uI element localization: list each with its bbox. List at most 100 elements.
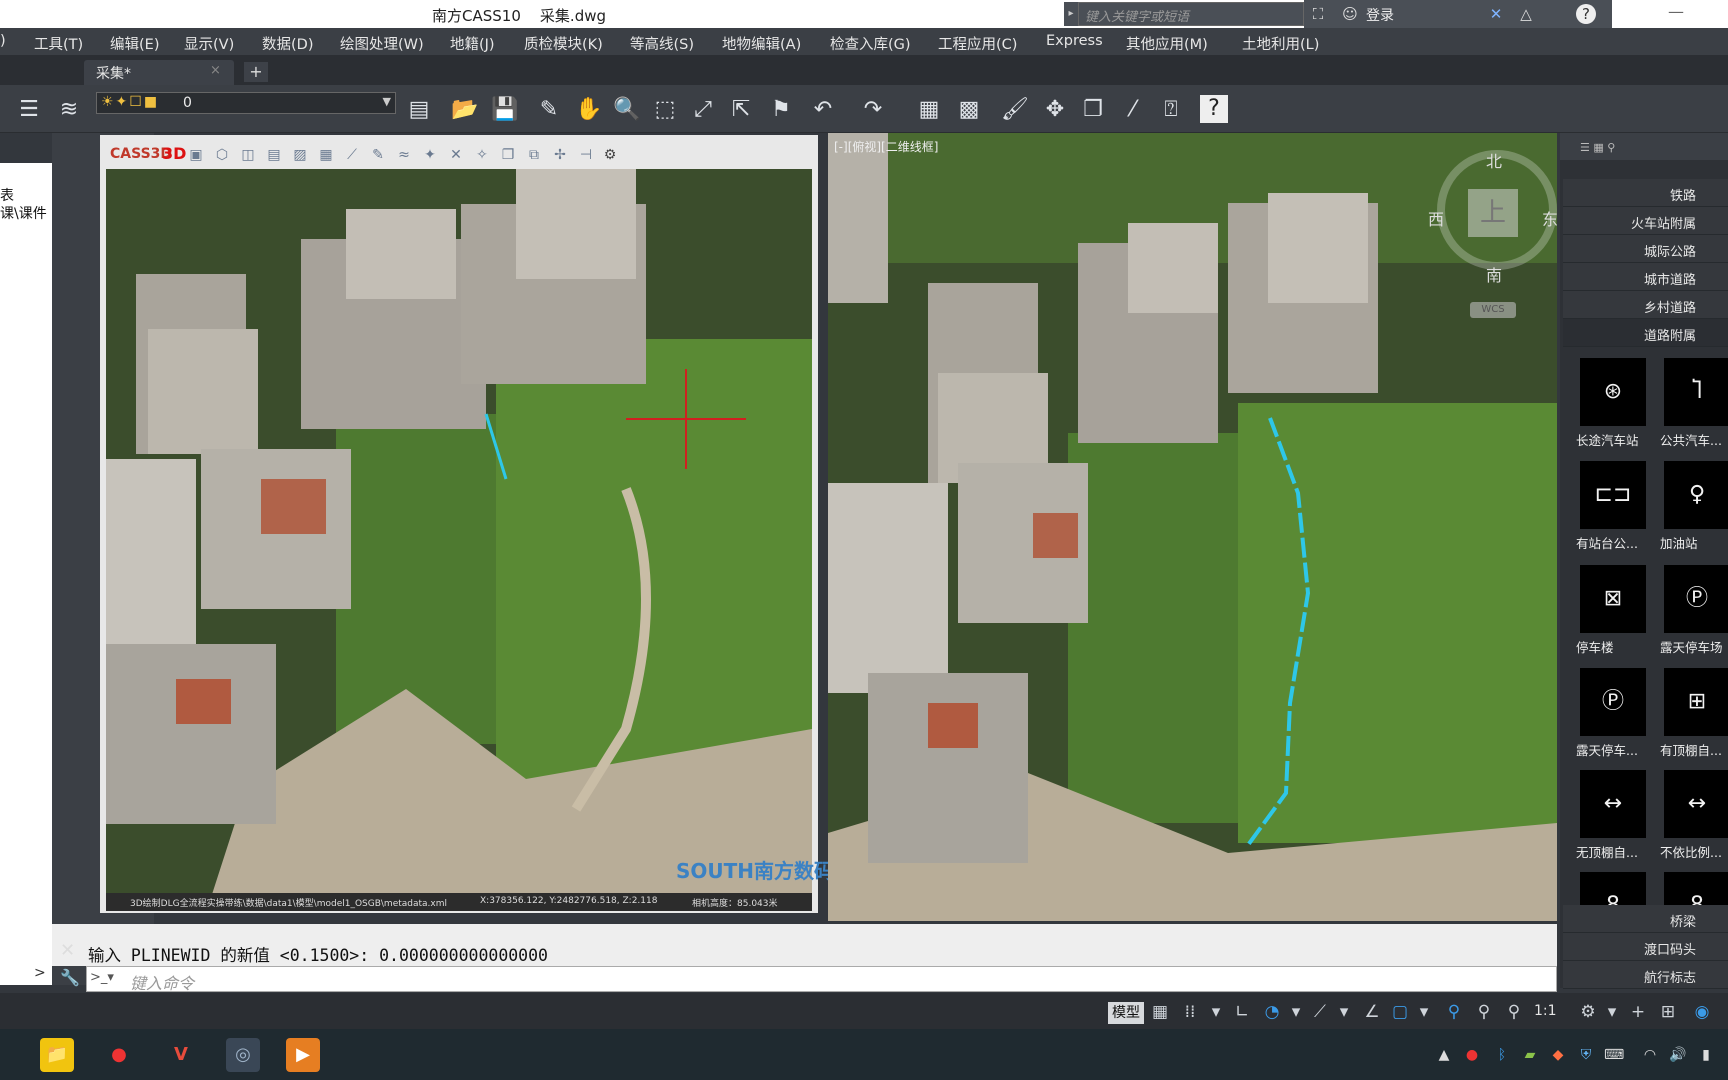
help-icon[interactable]: ? [1576, 4, 1596, 24]
menu-feature-edit[interactable]: 地物编辑(A) [722, 33, 801, 54]
viewport-2d-label[interactable]: [-][俯视][二维线框] [834, 138, 938, 155]
layer-properties-icon[interactable]: ☰ [14, 95, 44, 125]
gear-icon[interactable]: ⚙ [600, 145, 620, 165]
hardware-accel-icon[interactable]: ◉ [1690, 1000, 1714, 1024]
help-search-input[interactable]: 键入关键字或短语 [1078, 2, 1304, 26]
compass-east[interactable]: 东 [1542, 206, 1558, 230]
palette-item-parking-building[interactable]: ⊠ 停车楼 [1576, 565, 1646, 661]
layer-copy-icon[interactable]: ⧉ [524, 145, 544, 165]
menu-qc[interactable]: 质检模块(K) [524, 33, 603, 54]
login-button[interactable]: 登录 [1366, 5, 1394, 25]
auto-scale-icon[interactable]: ⚲ [1472, 1000, 1496, 1024]
chevron-down-icon[interactable]: ▾ [1332, 1000, 1356, 1024]
palette-category-road-facilities[interactable]: 道路附属 [1563, 319, 1728, 347]
palette-category-rural-road[interactable]: 乡村道路 [1563, 291, 1728, 319]
isolate-objects-icon[interactable]: ⊞ [1656, 1000, 1680, 1024]
chevron-down-icon[interactable]: ▾ [1412, 1000, 1436, 1024]
copy-objects-icon[interactable]: ❐ [1078, 95, 1108, 125]
osnap-tracking-icon[interactable]: ⟋ [1308, 1000, 1332, 1024]
model-tab[interactable]: 模型 [1108, 1002, 1144, 1024]
close-icon[interactable]: ✕ [60, 940, 75, 961]
list-view-icon[interactable]: ☰ ▦ ⚲ [1580, 141, 1615, 154]
chevron-down-icon[interactable]: ▾ [1204, 1000, 1228, 1024]
menu-view[interactable]: 显示(V) [184, 33, 234, 54]
plus-icon[interactable]: + [1626, 1000, 1650, 1024]
polar-tracking-icon[interactable]: ◔ [1260, 1000, 1284, 1024]
drive-icon[interactable]: ▲ [1434, 1045, 1454, 1065]
palette-category-ferry[interactable]: 渡口码头 [1563, 933, 1728, 961]
menu-other[interactable]: 其他应用(M) [1126, 33, 1208, 54]
palette-category-urban-road[interactable]: 城市道路 [1563, 263, 1728, 291]
menu-engineering[interactable]: 工程应用(C) [938, 33, 1017, 54]
annotation-scale-icon[interactable]: ⚲ [1502, 1000, 1526, 1024]
minimize-button[interactable]: — [1668, 2, 1684, 21]
isodraft-icon[interactable]: ∠ [1360, 1000, 1384, 1024]
zoom-extents-icon[interactable]: ⤢ [688, 95, 718, 125]
undo-icon[interactable]: ↶ [808, 95, 838, 125]
copy-3d-icon[interactable]: ❐ [498, 145, 518, 165]
microphone-icon[interactable]: ▮ [1696, 1045, 1716, 1065]
menu-check[interactable]: 检查入库(G) [830, 33, 911, 54]
brush-icon[interactable]: ✎ [368, 145, 388, 165]
binoculars-icon[interactable]: ⛶ [1308, 4, 1328, 24]
edit-vertex-icon[interactable]: ✦ [420, 145, 440, 165]
a360-icon[interactable]: △ [1516, 4, 1536, 24]
layer-select[interactable]: ☀✦☐■ 0 ▼ [96, 92, 396, 114]
help-icon[interactable]: ? [1200, 95, 1228, 123]
user-icon[interactable]: ☺ [1340, 4, 1360, 24]
close-icon[interactable]: × [210, 63, 221, 78]
redo-icon[interactable]: ↷ [858, 95, 888, 125]
palette-item-covered-bike[interactable]: ⊞ 有顶棚自... [1660, 668, 1728, 764]
tab-document[interactable]: 采集* × [84, 60, 234, 85]
properties-icon[interactable]: ▦ [914, 95, 944, 125]
palette-item-platform-bus[interactable]: ⊏⊐ 有站台公... [1576, 461, 1646, 557]
compass-west[interactable]: 西 [1428, 206, 1444, 230]
palette-item-open-parking[interactable]: Ⓟ 露天停车场 [1660, 565, 1728, 661]
menu-contour[interactable]: 等高线(S) [630, 33, 694, 54]
annotation-visibility-icon[interactable]: ⚲ [1442, 1000, 1466, 1024]
palette-category-intercity[interactable]: 城际公路 [1563, 235, 1728, 263]
pencil-icon[interactable]: ✎ [534, 95, 564, 125]
palette-item-coach-station[interactable]: ⊛ 长途汽车站 [1576, 358, 1646, 454]
wcs-menu[interactable]: WCS [1470, 302, 1516, 318]
menu-edit[interactable]: 编辑(E) [110, 33, 159, 54]
zoom-window-icon[interactable]: ⬚ [650, 95, 680, 125]
cross-tool-icon[interactable]: ✢ [550, 145, 570, 165]
palette-item-uncovered-bike[interactable]: ↔ 无顶棚自... [1576, 770, 1646, 866]
chevron-right-icon[interactable]: > [34, 965, 46, 981]
palette-item-no-scale[interactable]: ↔ 不依比例... [1660, 770, 1728, 866]
chevron-down-icon[interactable]: ▾ [1284, 1000, 1308, 1024]
security-icon[interactable]: ⛨ [1576, 1045, 1596, 1065]
menu-cadastre[interactable]: 地籍(J) [450, 33, 495, 54]
wifi-icon[interactable]: ◠ [1640, 1045, 1660, 1065]
menu-express[interactable]: Express [1046, 33, 1103, 49]
new-tab-button[interactable]: + [244, 62, 268, 82]
file-explorer-icon[interactable]: 📁 [40, 1038, 74, 1072]
record-tray-icon[interactable]: ● [1462, 1045, 1482, 1065]
design-center-icon[interactable]: ▩ [954, 95, 984, 125]
gear-icon[interactable]: ⚙ [1576, 1000, 1600, 1024]
menu-prev[interactable]: ) [0, 33, 6, 49]
palette-category-railway[interactable]: 铁路 [1563, 179, 1728, 207]
query-help-icon[interactable]: ⍰ [1156, 95, 1186, 125]
palette-category-bridge[interactable]: 桥梁 [1563, 905, 1728, 933]
palette-category-navigation[interactable]: 航行标志 [1563, 961, 1728, 989]
measure-icon[interactable]: ⊣ [576, 145, 596, 165]
zoom-icon[interactable]: 🔍 [612, 95, 642, 125]
ime-icon[interactable]: ⌨ [1604, 1045, 1624, 1065]
highlight-icon[interactable]: ⚑ [766, 95, 796, 125]
bluetooth-icon[interactable]: ᛒ [1492, 1045, 1512, 1065]
ortho-icon[interactable]: ∟ [1230, 1000, 1254, 1024]
presentation-app-icon[interactable]: ▶ [286, 1038, 320, 1072]
annotation-scale-value[interactable]: 1:1 [1534, 1003, 1557, 1019]
nvidia-icon[interactable]: ▰ [1520, 1045, 1540, 1065]
box-view-icon[interactable]: ▣ [186, 145, 206, 165]
viewport-3d[interactable] [100, 135, 818, 913]
menu-data[interactable]: 数据(D) [262, 33, 313, 54]
cube-view-icon[interactable]: ⬡ [212, 145, 232, 165]
palette-item-gas-station[interactable]: ♀ 加油站 [1660, 461, 1728, 557]
menu-tools[interactable]: 工具(T) [34, 33, 83, 54]
video-editor-icon[interactable]: V [164, 1038, 198, 1072]
palette-item-bus-stop[interactable]: Ⴈ 公共汽车... [1660, 358, 1728, 454]
cass-app-icon[interactable]: ◎ [226, 1038, 260, 1072]
